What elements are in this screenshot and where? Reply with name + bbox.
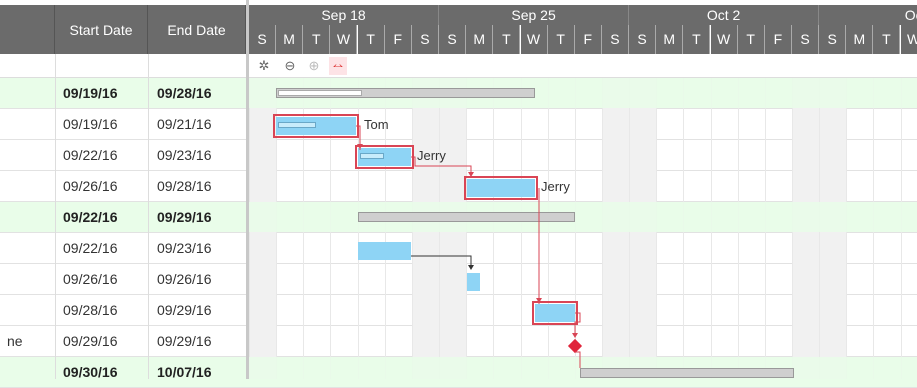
- column-header-end-date[interactable]: End Date: [148, 5, 246, 54]
- critical-link: [411, 156, 472, 173]
- end-date-cell: 09/28/16: [157, 178, 212, 194]
- column-header-start-date[interactable]: Start Date: [55, 5, 148, 54]
- end-date-cell: 09/23/16: [157, 147, 212, 163]
- end-date-header-label: End Date: [167, 21, 226, 38]
- gantt-chart: Sep 18Sep 25Oct 2OcSMTWTFSSMTWTFSSMTWTFS…: [249, 0, 917, 379]
- end-date-cell: 09/21/16: [157, 116, 212, 132]
- link-arrow: [536, 298, 542, 303]
- grid-toolbar-spacer: [0, 54, 246, 78]
- end-date-cell: 10/07/16: [157, 364, 212, 380]
- end-date-cell: 09/28/16: [157, 85, 212, 101]
- column-header-name[interactable]: [0, 5, 55, 54]
- link-arrow: [572, 333, 578, 338]
- start-date-cell: 09/26/16: [63, 178, 118, 194]
- start-date-cell: 09/30/16: [63, 364, 118, 380]
- task-name-cell: ne: [7, 333, 23, 349]
- critical-link: [575, 351, 581, 368]
- link-arrow: [357, 144, 363, 149]
- end-date-cell: 09/23/16: [157, 240, 212, 256]
- start-date-cell: 09/22/16: [63, 209, 118, 225]
- start-date-cell: 09/22/16: [63, 147, 118, 163]
- critical-link: [574, 312, 581, 336]
- end-date-cell: 09/29/16: [157, 209, 212, 225]
- end-date-cell: 09/29/16: [157, 333, 212, 349]
- end-date-cell: 09/26/16: [157, 271, 212, 287]
- start-date-cell: 09/26/16: [63, 271, 118, 287]
- start-date-cell: 09/19/16: [63, 116, 118, 132]
- start-date-cell: 09/29/16: [63, 333, 118, 349]
- start-date-cell: 09/28/16: [63, 302, 118, 318]
- column-divider: [55, 54, 56, 379]
- start-date-cell: 09/19/16: [63, 85, 118, 101]
- dependency-link: [411, 255, 472, 266]
- link-arrow: [468, 265, 474, 270]
- end-date-cell: 09/29/16: [157, 302, 212, 318]
- column-divider: [148, 54, 149, 379]
- start-date-header-label: Start Date: [69, 21, 133, 38]
- start-date-cell: 09/22/16: [63, 240, 118, 256]
- link-arrow: [468, 172, 474, 177]
- dependency-links: [356, 125, 581, 368]
